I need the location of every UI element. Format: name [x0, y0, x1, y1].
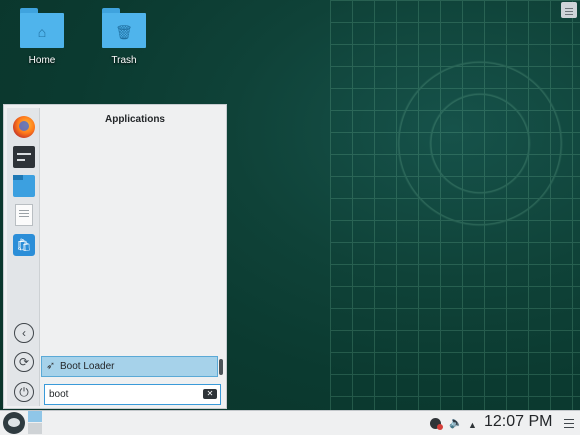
- taskbar: 🔈 ▲ 12:07 PM: [0, 410, 580, 435]
- network-icon[interactable]: [430, 418, 443, 430]
- search-input[interactable]: boot ✕: [44, 384, 221, 405]
- desktop-icon-trash[interactable]: 🗑 Trash: [89, 8, 159, 66]
- desktop-icon-label: Home: [28, 55, 56, 66]
- back-icon[interactable]: ‹: [14, 323, 34, 343]
- search-input-value: boot: [49, 389, 69, 400]
- clock[interactable]: 12:07 PM: [484, 413, 552, 431]
- application-launcher: 🛍 ‹ ⟳ ⏻ Applications ➶ Boot Loader boot …: [3, 104, 227, 409]
- software-store-icon[interactable]: 🛍: [13, 234, 35, 256]
- refresh-icon[interactable]: ⟳: [14, 352, 34, 372]
- terminal-icon[interactable]: [13, 146, 35, 168]
- desktop-pager[interactable]: [28, 411, 42, 435]
- results-scrollbar[interactable]: [219, 359, 223, 375]
- desktop-icon-home[interactable]: ⌂ Home: [7, 8, 77, 66]
- trash-folder-icon: 🗑: [102, 8, 146, 48]
- start-menu-button[interactable]: [3, 412, 25, 434]
- home-folder-icon: ⌂: [20, 8, 64, 48]
- volume-icon[interactable]: 🔈: [449, 416, 463, 430]
- search-result-boot-loader[interactable]: ➶ Boot Loader: [41, 356, 218, 377]
- wallpaper-pattern: [330, 0, 580, 410]
- arrow-up-icon[interactable]: ▲: [468, 418, 477, 432]
- desktop-toolbox-button[interactable]: [561, 2, 577, 18]
- boot-loader-icon: ➶: [46, 360, 56, 372]
- panel-title: Applications: [104, 114, 165, 125]
- clear-search-icon[interactable]: ✕: [203, 389, 217, 399]
- search-result-label: Boot Loader: [60, 361, 115, 372]
- text-editor-icon[interactable]: [15, 204, 33, 226]
- favorites-sidebar: 🛍 ‹ ⟳ ⏻: [7, 108, 40, 406]
- file-manager-icon[interactable]: [13, 175, 35, 197]
- menu-icon[interactable]: [564, 419, 574, 431]
- desktop-icon-label: Trash: [111, 55, 137, 66]
- power-icon[interactable]: ⏻: [14, 382, 34, 402]
- firefox-icon[interactable]: [13, 116, 35, 138]
